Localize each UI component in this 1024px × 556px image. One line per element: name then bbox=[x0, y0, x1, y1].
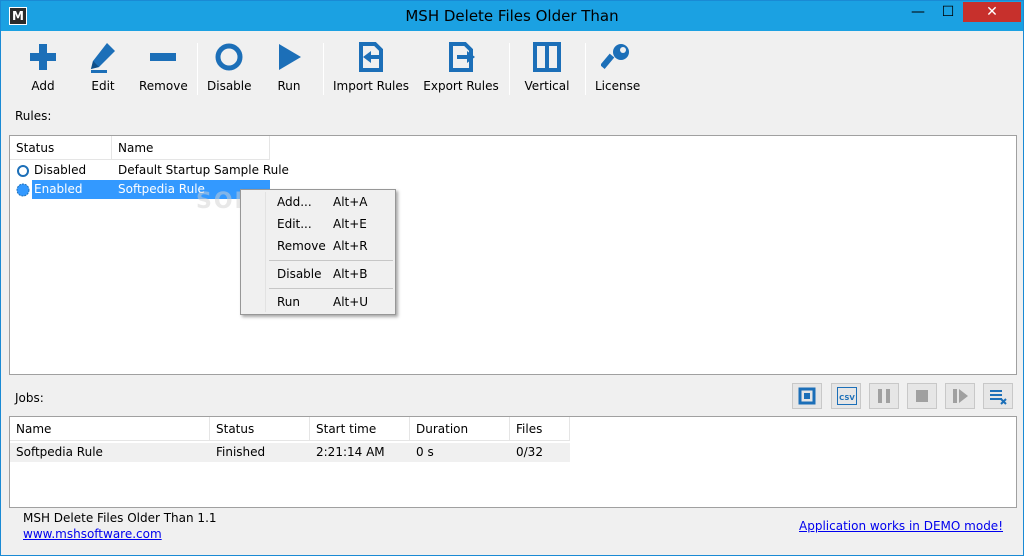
resume-button[interactable] bbox=[945, 383, 975, 409]
menu-item-label: Run bbox=[277, 295, 301, 309]
edit-label: Edit bbox=[91, 79, 115, 93]
jobs-column-start-time[interactable]: Start time bbox=[310, 417, 410, 441]
csv-icon: CSV bbox=[837, 387, 857, 405]
key-icon bbox=[601, 44, 629, 69]
version-text: MSH Delete Files Older Than 1.1 bbox=[23, 511, 217, 525]
job-start-cell: 2:21:14 AM bbox=[316, 445, 385, 459]
menu-item-label: Remove bbox=[277, 239, 326, 253]
close-button[interactable]: ✕ bbox=[963, 2, 1021, 22]
resume-icon bbox=[953, 389, 968, 403]
menu-item-remove[interactable]: Remove Alt+R bbox=[243, 236, 393, 256]
add-button[interactable]: Add bbox=[25, 41, 61, 97]
rules-column-name[interactable]: Name bbox=[112, 136, 270, 160]
menu-separator bbox=[269, 260, 393, 261]
website-link[interactable]: www.mshsoftware.com bbox=[23, 527, 162, 541]
edit-button[interactable]: Edit bbox=[85, 41, 121, 97]
license-label: License bbox=[595, 79, 641, 93]
jobs-column-name[interactable]: Name bbox=[10, 417, 210, 441]
window-title: MSH Delete Files Older Than bbox=[405, 7, 619, 25]
rule-status-cell[interactable]: Disabled bbox=[32, 161, 112, 180]
export-csv-button[interactable]: CSV bbox=[831, 383, 861, 409]
maximize-button[interactable]: ☐ bbox=[933, 2, 963, 22]
rule-name-cell[interactable]: Default Startup Sample Rule bbox=[112, 161, 289, 180]
table-row[interactable]: Softpedia Rule Finished 2:21:14 AM 0 s 0… bbox=[10, 443, 570, 462]
plus-icon bbox=[30, 44, 56, 70]
job-status-cell: Finished bbox=[216, 445, 266, 459]
rules-label: Rules: bbox=[15, 109, 52, 123]
job-name-cell: Softpedia Rule bbox=[16, 445, 103, 459]
vertical-label: Vertical bbox=[524, 79, 570, 93]
jobs-list[interactable]: Name Status Start time Duration Files So… bbox=[9, 416, 1017, 508]
menu-item-label: Disable bbox=[277, 267, 322, 281]
disabled-status-icon bbox=[17, 165, 29, 177]
menu-item-shortcut: Alt+R bbox=[333, 239, 368, 253]
title-bar[interactable]: M MSH Delete Files Older Than — ☐ ✕ bbox=[1, 1, 1023, 31]
menu-item-shortcut: Alt+A bbox=[333, 195, 368, 209]
jobs-column-files[interactable]: Files bbox=[510, 417, 570, 441]
menu-item-run[interactable]: Run Alt+U bbox=[243, 292, 393, 312]
toolbar-separator bbox=[323, 43, 324, 95]
jobs-column-status[interactable]: Status bbox=[210, 417, 310, 441]
save-icon bbox=[798, 387, 816, 405]
rules-list[interactable]: Status Name Disabled Default Startup Sam… bbox=[9, 135, 1017, 375]
export-rules-button[interactable]: Export Rules bbox=[423, 41, 499, 97]
toolbar-separator bbox=[509, 43, 510, 95]
add-label: Add bbox=[31, 79, 55, 93]
vertical-button[interactable]: Vertical bbox=[519, 41, 575, 97]
rule-status-cell[interactable]: Enabled bbox=[32, 180, 112, 199]
minimize-button[interactable]: — bbox=[903, 2, 933, 22]
demo-mode-link[interactable]: Application works in DEMO mode! bbox=[799, 519, 1003, 533]
app-window: M MSH Delete Files Older Than — ☐ ✕ Add … bbox=[0, 0, 1024, 556]
import-rules-label: Import Rules bbox=[333, 79, 410, 93]
menu-item-label: Edit... bbox=[277, 217, 312, 231]
stop-button[interactable] bbox=[907, 383, 937, 409]
clear-list-icon bbox=[990, 390, 1007, 405]
pencil-icon bbox=[91, 43, 115, 73]
job-files-cell: 0/32 bbox=[516, 445, 543, 459]
jobs-column-duration[interactable]: Duration bbox=[410, 417, 510, 441]
pause-icon bbox=[878, 389, 890, 403]
license-button[interactable]: License bbox=[595, 41, 641, 97]
circle-icon bbox=[215, 43, 243, 71]
import-rules-button[interactable]: Import Rules bbox=[333, 41, 409, 97]
play-icon bbox=[279, 44, 301, 70]
csv-text: CSV bbox=[839, 394, 855, 402]
remove-button[interactable]: Remove bbox=[139, 41, 188, 97]
run-label: Run bbox=[277, 79, 301, 93]
menu-item-shortcut: Alt+B bbox=[333, 267, 368, 281]
import-icon bbox=[359, 42, 383, 72]
remove-label: Remove bbox=[139, 79, 188, 93]
stop-icon bbox=[916, 390, 928, 402]
context-menu: Add... Alt+A Edit... Alt+E Remove Alt+R … bbox=[240, 189, 396, 315]
vertical-split-icon bbox=[533, 42, 561, 72]
menu-item-disable[interactable]: Disable Alt+B bbox=[243, 264, 393, 284]
pause-button[interactable] bbox=[869, 383, 899, 409]
save-jobs-button[interactable] bbox=[792, 383, 822, 409]
menu-separator bbox=[269, 288, 393, 289]
toolbar-separator bbox=[585, 43, 586, 95]
menu-item-edit[interactable]: Edit... Alt+E bbox=[243, 214, 393, 234]
minus-icon bbox=[150, 53, 176, 61]
disable-label: Disable bbox=[207, 79, 252, 93]
status-bar: MSH Delete Files Older Than 1.1 www.mshs… bbox=[9, 507, 1017, 551]
toolbar-separator bbox=[197, 43, 198, 95]
menu-item-add[interactable]: Add... Alt+A bbox=[243, 192, 393, 212]
job-duration-cell: 0 s bbox=[416, 445, 434, 459]
jobs-label: Jobs: bbox=[15, 391, 44, 405]
menu-item-label: Add... bbox=[277, 195, 312, 209]
export-icon bbox=[449, 42, 475, 72]
menu-item-shortcut: Alt+U bbox=[333, 295, 369, 309]
disable-button[interactable]: Disable bbox=[207, 41, 252, 97]
rules-column-status[interactable]: Status bbox=[10, 136, 112, 160]
clear-list-button[interactable] bbox=[983, 383, 1013, 409]
export-rules-label: Export Rules bbox=[423, 79, 499, 93]
menu-item-shortcut: Alt+E bbox=[333, 217, 367, 231]
enabled-status-icon bbox=[16, 183, 30, 197]
run-button[interactable]: Run bbox=[271, 41, 307, 97]
main-toolbar: Add Edit Remove Disable Run Import Rules… bbox=[9, 31, 1017, 101]
